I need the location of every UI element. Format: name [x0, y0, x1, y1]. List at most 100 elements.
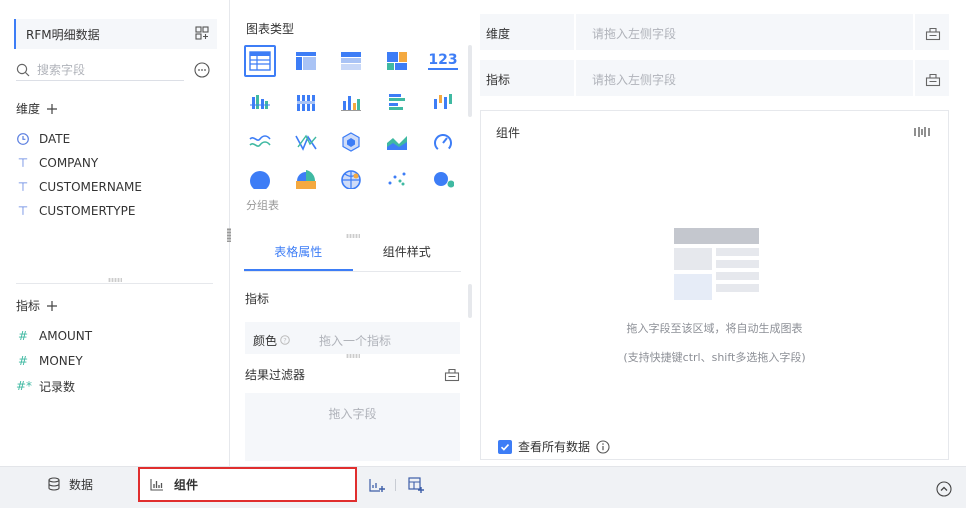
- dimension-label: 维度: [486, 27, 511, 41]
- filter-drop-zone[interactable]: 拖入字段: [245, 393, 460, 461]
- result-filter-label: 结果过滤器: [245, 368, 306, 382]
- dataset-name: RFM明细数据: [26, 27, 100, 42]
- field-item-company[interactable]: ⊤ COMPANY: [16, 154, 98, 172]
- column-icon[interactable]: [335, 86, 367, 118]
- view-all-label: 查看所有数据: [518, 440, 591, 454]
- widget-preview: 组件 拖入字段至该区域，将自动生成图表 (支持快捷键ctrl、shift多选拖入…: [480, 110, 949, 460]
- bottom-tab-bar: 数据 组件: [0, 466, 966, 508]
- hash-icon: #: [17, 329, 29, 343]
- panel-resize-handle[interactable]: [108, 278, 122, 282]
- measure-settings-icon[interactable]: [925, 71, 941, 87]
- hash-icon: #: [17, 354, 29, 368]
- divider: [574, 60, 576, 96]
- dimension-settings-icon[interactable]: [925, 25, 941, 41]
- view-all-data-option[interactable]: 查看所有数据: [498, 438, 610, 455]
- database-icon: [48, 477, 60, 491]
- divider: [16, 283, 213, 284]
- field-item-record-count[interactable]: #* 记录数: [16, 377, 75, 395]
- radar-line-icon[interactable]: [290, 126, 322, 158]
- field-item-date[interactable]: DATE: [16, 130, 70, 148]
- scatter-icon[interactable]: [381, 166, 413, 190]
- measure-label: 指标: [486, 73, 511, 87]
- rose-icon[interactable]: [290, 166, 322, 190]
- range-column-icon[interactable]: [427, 86, 459, 118]
- panel-resize-handle[interactable]: [346, 354, 360, 358]
- help-icon[interactable]: ?: [280, 335, 290, 345]
- chart-type-scrollbar[interactable]: [468, 45, 472, 117]
- empty-table-illustration: [674, 228, 759, 300]
- add-measure-icon[interactable]: [46, 300, 58, 312]
- more-options-icon[interactable]: [194, 62, 210, 78]
- table-icon[interactable]: [244, 45, 276, 77]
- kpi-number-icon[interactable]: 123: [427, 45, 459, 77]
- bubble-icon[interactable]: [427, 166, 459, 190]
- add-dashboard-icon[interactable]: [407, 476, 425, 494]
- pie-icon[interactable]: [244, 166, 276, 190]
- measure-drop-hint: 请拖入左侧字段: [592, 73, 677, 87]
- detail-table-icon[interactable]: [335, 45, 367, 77]
- tab-widget-label: 组件: [174, 478, 199, 492]
- tab-data-label: 数据: [69, 477, 94, 492]
- dataset-selector[interactable]: RFM明细数据: [14, 19, 217, 49]
- empty-hint-primary: 拖入字段至该区域，将自动生成图表: [626, 322, 803, 335]
- collapse-up-icon[interactable]: [936, 481, 952, 497]
- field-item-amount[interactable]: # AMOUNT: [16, 327, 92, 345]
- measures-title: 指标: [16, 299, 41, 313]
- chart-type-panel: 图表类型 123 分组表 表格属性 组件样式 指标 颜色 ? 拖入一个指标 结果…: [231, 0, 476, 466]
- field-label: CUSTOMERTYPE: [39, 204, 136, 218]
- field-label: CUSTOMERNAME: [39, 180, 142, 194]
- color-drop-zone[interactable]: 颜色 ? 拖入一个指标: [245, 322, 460, 354]
- field-panel: RFM明细数据 搜索字段 维度 DATE ⊤ COMPANY ⊤ CUSTOME…: [0, 0, 231, 466]
- polygon-icon[interactable]: [335, 126, 367, 158]
- bar-icon[interactable]: [381, 86, 413, 118]
- kpi-text: 123: [428, 52, 458, 70]
- dimension-drop-zone[interactable]: 维度 请拖入左侧字段: [480, 14, 949, 50]
- dimensions-header: 维度: [16, 100, 58, 117]
- chart-type-title: 图表类型: [246, 22, 295, 36]
- empty-hint-secondary: (支持快捷键ctrl、shift多选拖入字段): [623, 351, 806, 364]
- measure-drop-zone[interactable]: 指标 请拖入左侧字段: [480, 60, 949, 96]
- property-scrollbar[interactable]: [468, 284, 472, 318]
- field-search[interactable]: 搜索字段: [16, 59, 184, 81]
- dimensions-title: 维度: [16, 102, 41, 116]
- search-input[interactable]: 搜索字段: [37, 61, 85, 78]
- view-all-checkbox[interactable]: [498, 439, 512, 454]
- field-item-money[interactable]: # MONEY: [16, 352, 83, 370]
- add-dimension-icon[interactable]: [46, 103, 58, 115]
- text-type-icon: ⊤: [17, 204, 29, 218]
- area-icon[interactable]: [381, 126, 413, 158]
- add-widget-icon[interactable]: [368, 476, 386, 494]
- stacked-column-icon[interactable]: [290, 86, 322, 118]
- filter-settings-icon[interactable]: [444, 366, 460, 382]
- measures-section-label: 指标: [245, 292, 270, 306]
- crosstab-icon[interactable]: [290, 45, 322, 77]
- treemap-icon[interactable]: [381, 45, 413, 77]
- divider: [574, 14, 576, 50]
- clock-icon: [17, 133, 29, 145]
- chart-group-label: 分组表: [246, 199, 279, 212]
- text-type-icon: ⊤: [17, 156, 29, 170]
- dimension-drop-hint: 请拖入左侧字段: [592, 27, 677, 41]
- tab-widget-style[interactable]: 组件样式: [353, 237, 462, 271]
- widget-config-area: 维度 请拖入左侧字段 指标 请拖入左侧字段 组件 拖入字段至该区域，将自动生成图…: [478, 0, 966, 466]
- tab-widget[interactable]: 组件: [138, 467, 357, 502]
- gauge-icon[interactable]: [427, 126, 459, 158]
- field-label: COMPANY: [39, 156, 99, 170]
- tab-data[interactable]: 数据: [47, 467, 93, 501]
- field-label: DATE: [39, 132, 71, 146]
- globe-icon[interactable]: [335, 166, 367, 190]
- grouped-column-icon[interactable]: [244, 86, 276, 118]
- divider: [913, 60, 915, 96]
- field-item-customername[interactable]: ⊤ CUSTOMERNAME: [16, 178, 142, 196]
- measures-header: 指标: [16, 297, 58, 314]
- property-tabs: 表格属性 组件样式: [244, 237, 461, 272]
- svg-text:?: ?: [283, 337, 286, 345]
- chart-settings-icon[interactable]: [914, 125, 930, 139]
- switch-dataset-icon[interactable]: [195, 26, 209, 40]
- info-icon[interactable]: [596, 439, 610, 454]
- field-item-customertype[interactable]: ⊤ CUSTOMERTYPE: [16, 202, 136, 220]
- tab-table-properties[interactable]: 表格属性: [244, 237, 353, 271]
- area-line-icon[interactable]: [244, 126, 276, 158]
- divider: [913, 14, 915, 50]
- check-icon: [500, 443, 510, 451]
